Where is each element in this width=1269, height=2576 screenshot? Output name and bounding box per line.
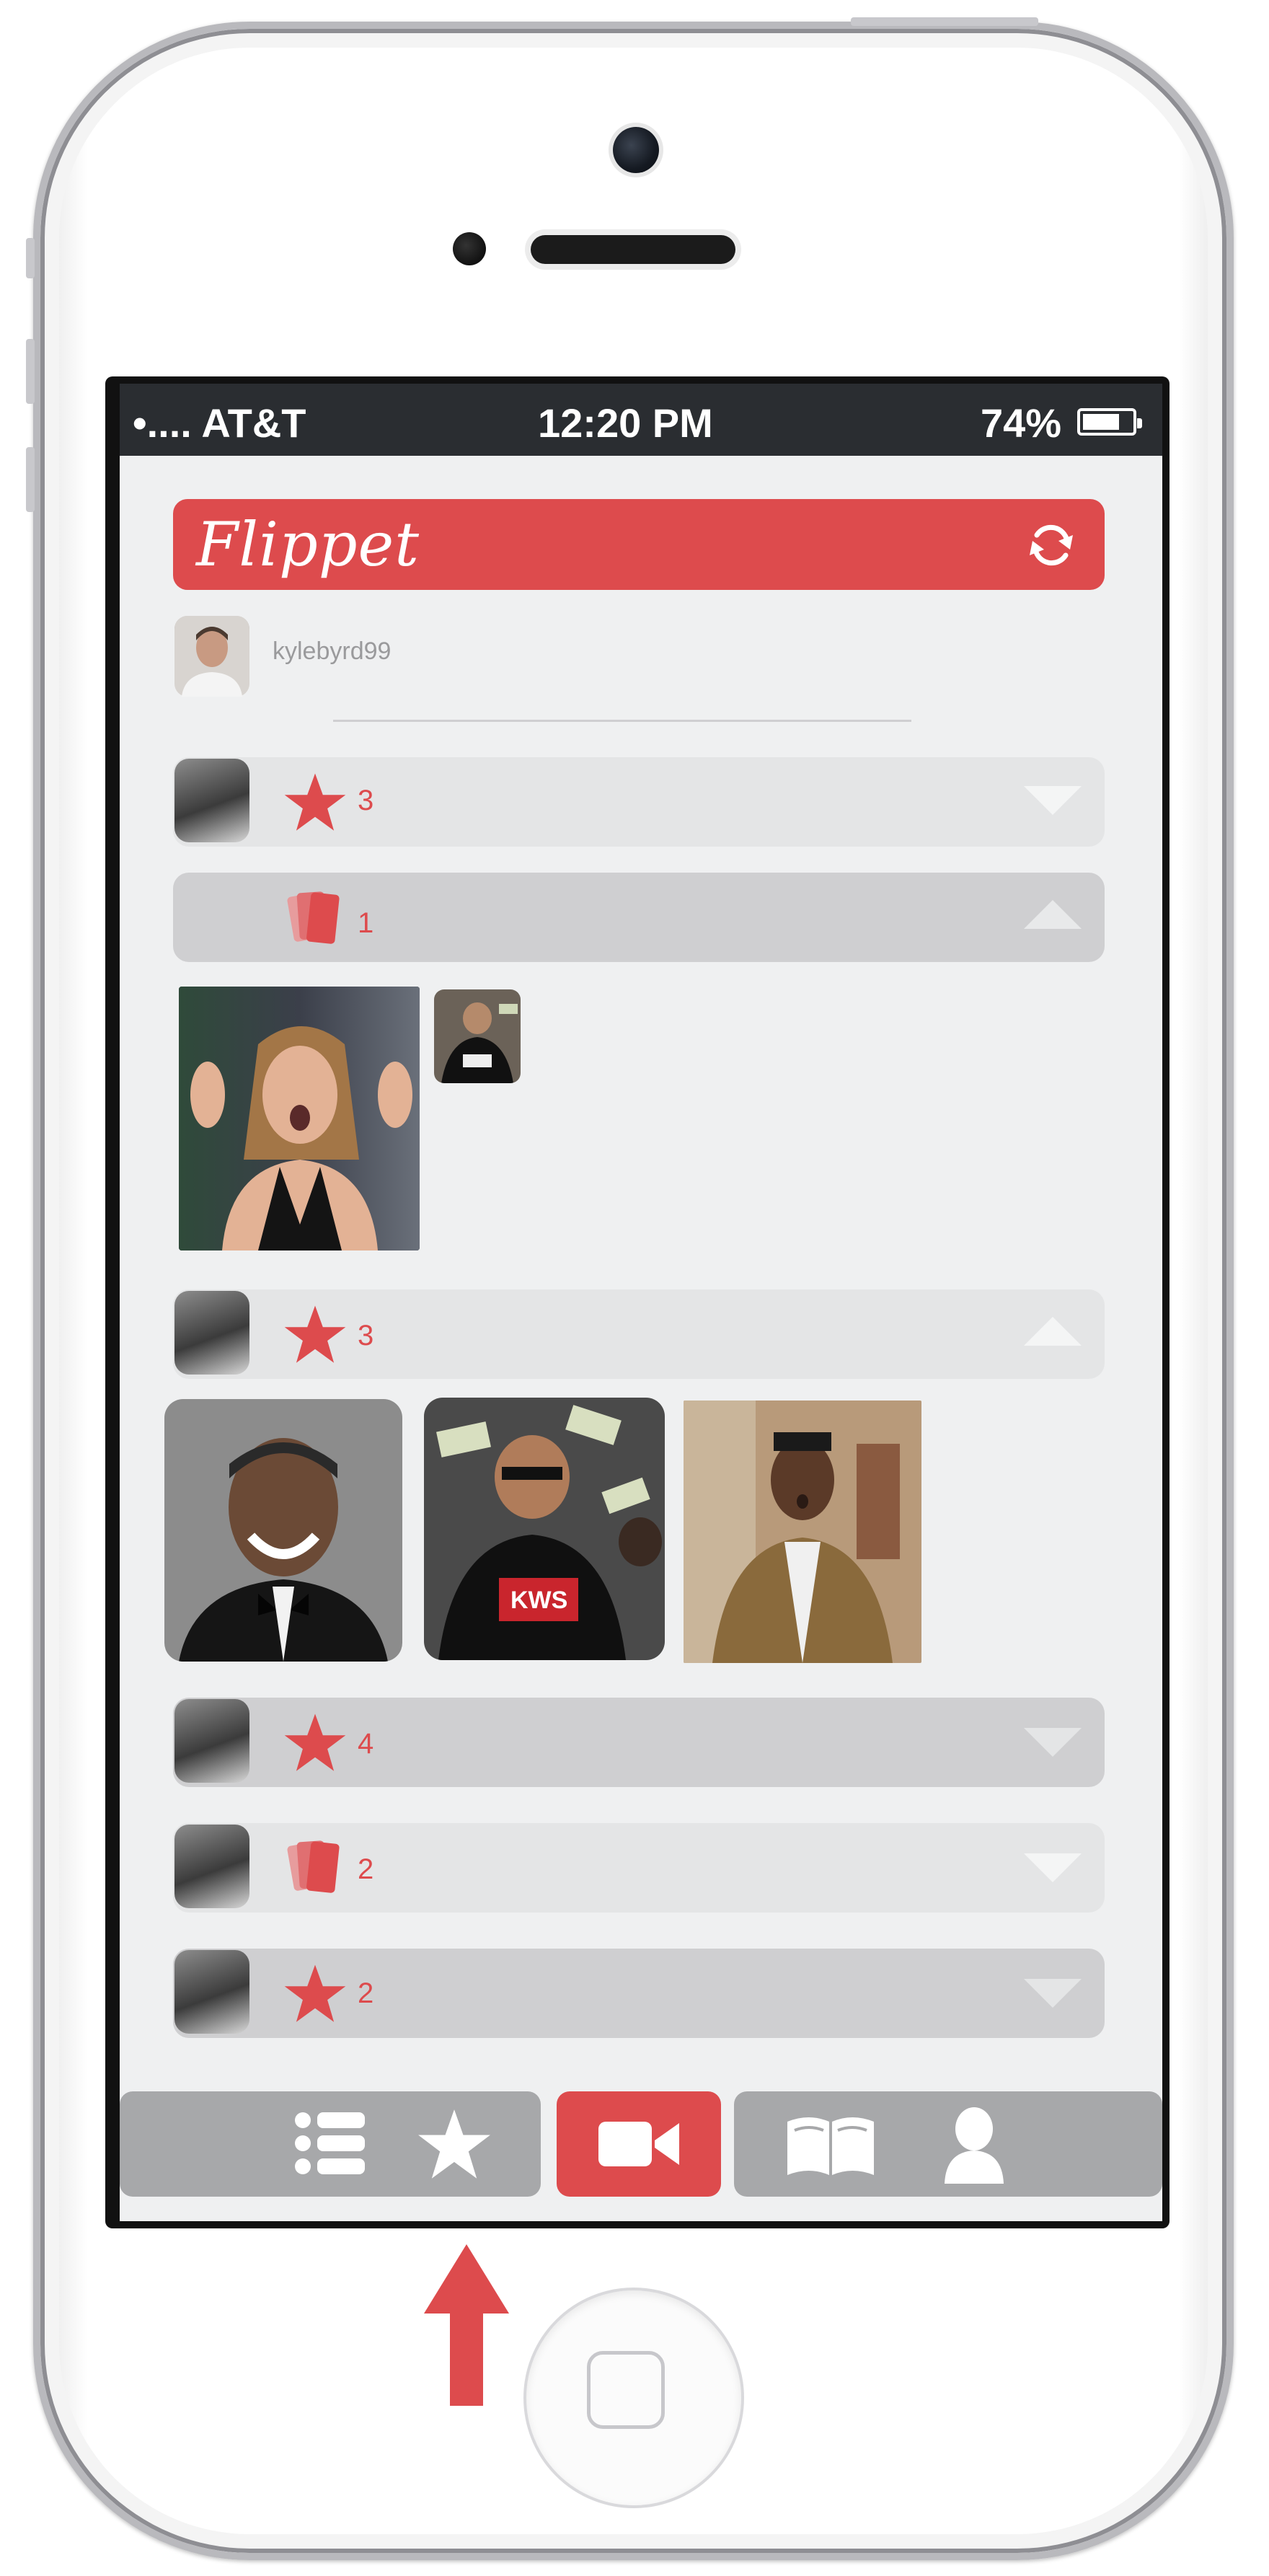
row-avatar: [174, 1699, 249, 1783]
cards-icon: [287, 1840, 340, 1893]
star-icon: [284, 1964, 346, 2022]
proximity-sensor: [453, 232, 486, 265]
star-icon: [284, 773, 346, 831]
row-count: 4: [358, 1728, 374, 1760]
row-avatar: [174, 759, 249, 842]
user-icon[interactable]: [942, 2106, 1007, 2185]
app-header: Flippet: [173, 499, 1105, 590]
chevron-up-icon[interactable]: [1021, 1314, 1084, 1350]
carrier-label: •.... AT&T: [133, 400, 306, 446]
star-icon[interactable]: [417, 2107, 492, 2182]
chevron-down-icon[interactable]: [1021, 1849, 1084, 1885]
tab-bar: [120, 2091, 1162, 2197]
app-logo: Flippet: [196, 509, 420, 580]
battery-icon: [1077, 408, 1142, 436]
tab-record[interactable]: [557, 2091, 721, 2197]
list-icon[interactable]: [293, 2107, 371, 2179]
status-bar: •.... AT&T 12:20 PM 74%: [120, 384, 1162, 456]
cards-icon: [287, 891, 340, 944]
row-count: 2: [358, 1853, 374, 1885]
chevron-down-icon[interactable]: [1021, 782, 1084, 818]
chevron-down-icon[interactable]: [1021, 1724, 1084, 1760]
chevron-up-icon[interactable]: [1021, 897, 1084, 933]
battery-percent: 74%: [981, 400, 1062, 446]
home-button-square-icon: [587, 2351, 665, 2429]
profile-avatar[interactable]: [174, 616, 249, 697]
gif-thumbnail[interactable]: [684, 1401, 921, 1663]
gif-thumbnail[interactable]: [434, 989, 521, 1083]
divider: [333, 720, 911, 722]
svg-text:KWS: KWS: [510, 1587, 567, 1614]
refresh-icon[interactable]: [1022, 516, 1080, 574]
volume-down-button: [26, 447, 35, 512]
earpiece-speaker: [531, 235, 735, 264]
row-avatar: [174, 1825, 249, 1908]
pointer-arrow: [424, 2244, 509, 2406]
book-icon[interactable]: [783, 2113, 878, 2178]
row-avatar: [174, 1950, 249, 2034]
status-time: 12:20 PM: [538, 400, 713, 446]
username: kylebyrd99: [273, 638, 392, 665]
star-icon: [284, 1305, 346, 1363]
power-button: [851, 17, 1038, 26]
volume-up-button: [26, 339, 35, 404]
row-count: 3: [358, 785, 374, 816]
row-avatar: [174, 1291, 249, 1375]
gif-thumbnail[interactable]: [179, 987, 420, 1250]
row-count: 2: [358, 1977, 374, 2009]
mute-switch: [26, 238, 35, 278]
gif-thumbnail[interactable]: KWS: [424, 1398, 665, 1660]
row-count: 1: [358, 907, 374, 939]
chevron-down-icon[interactable]: [1021, 1975, 1084, 2011]
front-camera: [613, 127, 659, 173]
app-display: •.... AT&T 12:20 PM 74% Flippet kylebyrd…: [120, 384, 1162, 2221]
row-count: 3: [358, 1320, 374, 1351]
star-icon: [284, 1713, 346, 1771]
gif-thumbnail[interactable]: [164, 1399, 402, 1662]
video-camera-icon: [598, 2122, 679, 2166]
